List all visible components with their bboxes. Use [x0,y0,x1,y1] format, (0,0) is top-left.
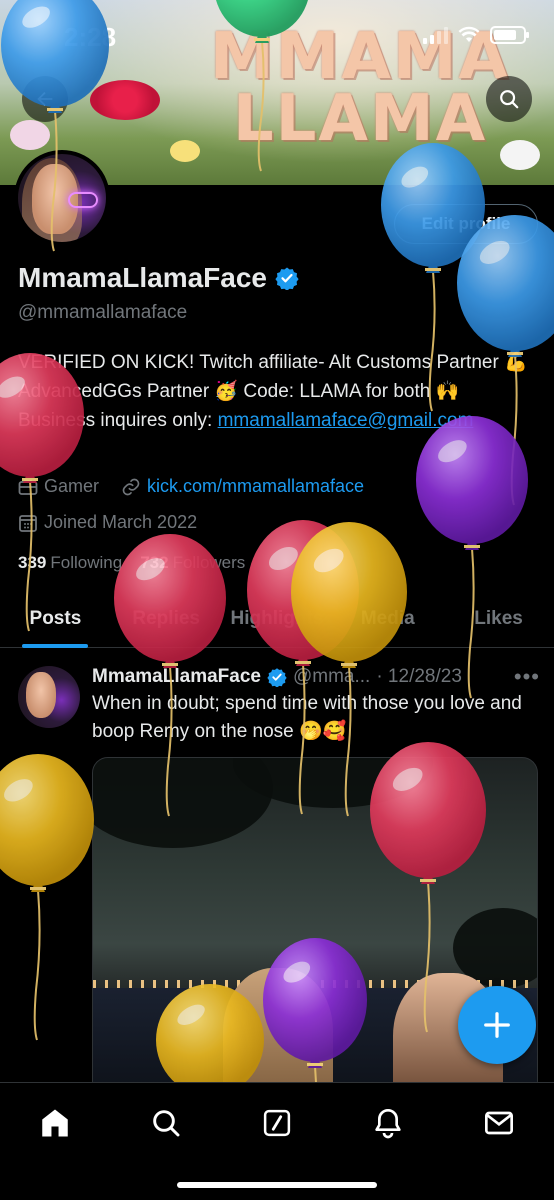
home-icon [42,1109,69,1137]
post-more-button[interactable]: ••• [514,664,540,690]
profile-tabs: Posts Replies Highlights Media Likes [0,590,554,648]
search-icon [153,1110,180,1137]
verified-badge-icon [267,668,287,687]
profile-avatar[interactable] [14,150,110,246]
flower [90,80,160,120]
balloon [0,754,94,1041]
verified-badge-icon[interactable] [275,266,299,290]
followers-link[interactable]: 732 Followers [140,553,245,573]
category-label: Gamer [44,476,100,496]
post-author-name[interactable]: MmamaLlamaFace [92,666,261,688]
search-icon [500,90,519,109]
tab-replies[interactable]: Replies [111,590,222,647]
profile-handle: @mmamallamaface [18,302,188,323]
website-link[interactable]: kick.com/mmamallamaface [147,476,364,497]
nav-grok[interactable] [247,1103,307,1143]
balloon [416,416,528,699]
post-avatar[interactable] [18,666,80,728]
post-date: · 12/28/23 [376,666,462,687]
post-text: When in doubt; spend time with those you… [92,693,522,742]
nav-home[interactable] [25,1103,85,1143]
compose-button[interactable] [458,986,536,1064]
following-link[interactable]: 339 Following [18,553,122,573]
messages-icon [484,1111,513,1135]
profile-website[interactable]: kick.com/mmamallamaface [121,476,364,497]
search-button[interactable] [486,76,532,122]
profile-joined: Joined March 2022 [18,512,197,533]
home-indicator [177,1182,377,1188]
display-name: MmamaLlamaFace [18,262,299,294]
status-time: 2:28 [64,22,117,52]
battery-icon [490,26,529,44]
calendar-icon [19,514,37,532]
bio-email-link[interactable]: mmamallamaface@gmail.com [218,410,474,431]
link-icon [122,478,140,495]
status-icons [423,26,529,44]
post-author-handle: @mma... [292,666,371,687]
signal-icon [423,26,448,44]
follow-stats: 339 Following 732 Followers [18,553,245,573]
profile-meta: Gamer kick.com/mmamallamaface [18,476,364,497]
profile-bio: VERIFIED ON KICK! Twitch affiliate- Alt … [18,348,538,435]
briefcase-icon [18,479,38,495]
tab-posts[interactable]: Posts [0,590,111,647]
flower [170,140,200,162]
edit-profile-button[interactable]: Edit profile [394,204,538,244]
plus-icon [484,1012,510,1038]
nav-messages[interactable] [469,1103,529,1143]
nav-search[interactable] [136,1103,196,1143]
tab-media[interactable]: Media [332,590,443,647]
notifications-icon [375,1109,401,1139]
bottom-nav [0,1082,554,1200]
nav-notifications[interactable] [358,1103,418,1143]
joined-label: Joined March 2022 [44,512,198,532]
back-button[interactable] [22,76,68,122]
tab-highlights[interactable]: Highlights [222,590,333,647]
back-arrow-icon [37,91,53,107]
grok-icon [263,1109,291,1137]
wifi-icon [458,26,480,42]
display-name-text: MmamaLlamaFace [18,262,268,293]
tab-likes[interactable]: Likes [443,590,554,647]
status-bar: 2:28 [0,0,554,70]
profile-category: Gamer [18,476,99,497]
post-header: MmamaLlamaFace @mma... · 12/28/23 ••• [92,664,540,690]
flower [10,120,50,150]
